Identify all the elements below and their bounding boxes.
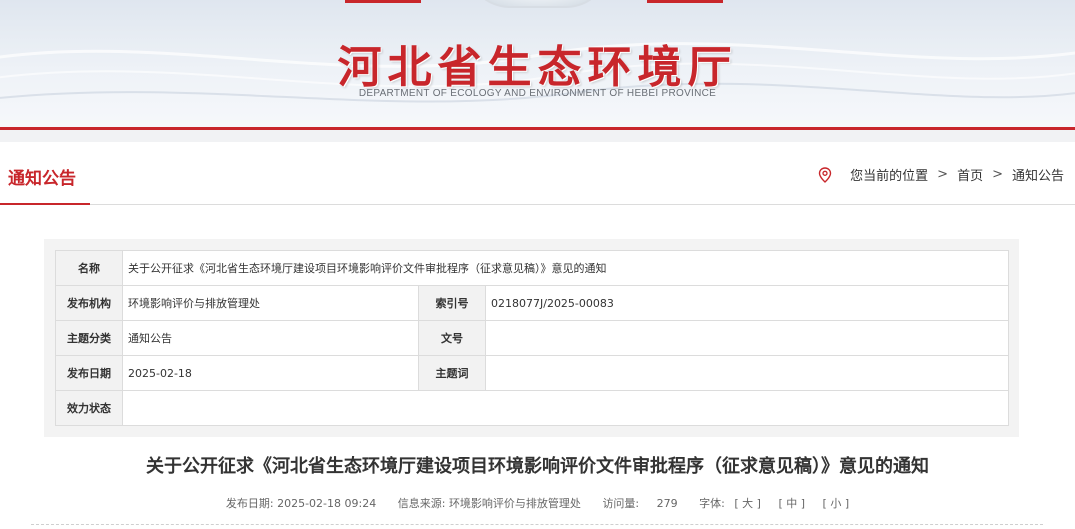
breadcrumb: 您当前的位置 > 首页 > 通知公告 <box>818 165 1064 184</box>
index-value: 0218077J/2025-00083 <box>484 285 1010 321</box>
font-large-button[interactable]: [ 大 ] <box>734 497 761 510</box>
site-subtitle: DEPARTMENT OF ECOLOGY AND ENVIRONMENT OF… <box>358 88 717 99</box>
date-value: 2025-02-18 <box>122 355 419 391</box>
header-banner: 河北省生态环境厅 DEPARTMENT OF ECOLOGY AND ENVIR… <box>0 0 1075 127</box>
category-label: 主题分类 <box>55 320 123 356</box>
breadcrumb-separator: > <box>937 167 949 182</box>
category-value: 通知公告 <box>122 320 419 356</box>
breadcrumb-current-link[interactable]: 通知公告 <box>1012 165 1064 184</box>
keywords-value <box>484 355 1010 391</box>
font-size-controls: 字体: [ 大 ] [ 中 ] [ 小 ] <box>699 495 849 511</box>
view-count: 访问量: 279 <box>602 495 677 511</box>
info-source-label: 信息来源: <box>397 497 446 510</box>
publish-date: 发布日期: 2025-02-18 09:24 <box>226 495 376 511</box>
font-size-label: 字体: <box>699 497 725 510</box>
name-label: 名称 <box>55 250 123 286</box>
breadcrumb-prefix: 您当前的位置 <box>850 169 929 184</box>
publish-date-label: 发布日期: <box>225 497 274 510</box>
document-info-box: 名称 关于公开征求《河北省生态环境厅建设项目环境影响评价文件审批程序（征求意见稿… <box>44 239 1019 437</box>
index-label: 索引号 <box>418 285 486 321</box>
keywords-label: 主题词 <box>418 355 486 391</box>
column-bar: 通知公告 您当前的位置 > 首页 > 通知公告 <box>0 142 1075 205</box>
table-row: 发布机构 环境影响评价与排放管理处 索引号 0218077J/2025-0008… <box>55 285 1010 321</box>
date-label: 发布日期 <box>55 355 123 391</box>
article-meta: 发布日期: 2025-02-18 09:24 信息来源: 环境影响评价与排放管理… <box>0 495 1075 511</box>
site-title: 河北省生态环境厅 <box>337 42 738 93</box>
table-row: 名称 关于公开征求《河北省生态环境厅建设项目环境影响评价文件审批程序（征求意见稿… <box>55 250 1010 286</box>
publisher-label: 发布机构 <box>55 285 123 321</box>
banner-red-accent-right <box>647 0 723 3</box>
doc-number-value <box>484 320 1010 356</box>
breadcrumb-separator: > <box>992 167 1003 182</box>
document-info-table: 名称 关于公开征求《河北省生态环境厅建设项目环境影响评价文件审批程序（征求意见稿… <box>55 250 1010 426</box>
info-source-value: 环境影响评价与排放管理处 <box>448 497 581 510</box>
emblem-icon <box>466 0 610 8</box>
banner-red-accent-left <box>345 0 421 3</box>
location-pin-icon <box>818 166 832 183</box>
table-row: 发布日期 2025-02-18 主题词 <box>55 355 1010 391</box>
header-spacer <box>0 130 1075 142</box>
breadcrumb-home-link[interactable]: 首页 <box>957 165 983 184</box>
doc-number-label: 文号 <box>418 320 486 356</box>
view-count-label: 访问量: <box>602 497 640 510</box>
name-value: 关于公开征求《河北省生态环境厅建设项目环境影响评价文件审批程序（征求意见稿）》意… <box>121 250 1010 286</box>
view-count-value: 279 <box>656 497 678 510</box>
status-value <box>121 390 1010 426</box>
publish-date-value: 2025-02-18 09:24 <box>277 497 377 510</box>
table-row: 主题分类 通知公告 文号 <box>55 320 1010 356</box>
info-source: 信息来源: 环境影响评价与排放管理处 <box>398 495 581 511</box>
column-title[interactable]: 通知公告 <box>8 164 76 189</box>
content-divider <box>31 524 1043 525</box>
publisher-value: 环境影响评价与排放管理处 <box>122 285 419 321</box>
table-row: 效力状态 <box>55 390 1010 426</box>
font-medium-button[interactable]: [ 中 ] <box>778 497 805 510</box>
column-title-underline <box>0 203 90 205</box>
article-title: 关于公开征求《河北省生态环境厅建设项目环境影响评价文件审批程序（征求意见稿）》意… <box>146 456 929 477</box>
font-small-button[interactable]: [ 小 ] <box>823 497 850 510</box>
status-label: 效力状态 <box>55 390 123 426</box>
